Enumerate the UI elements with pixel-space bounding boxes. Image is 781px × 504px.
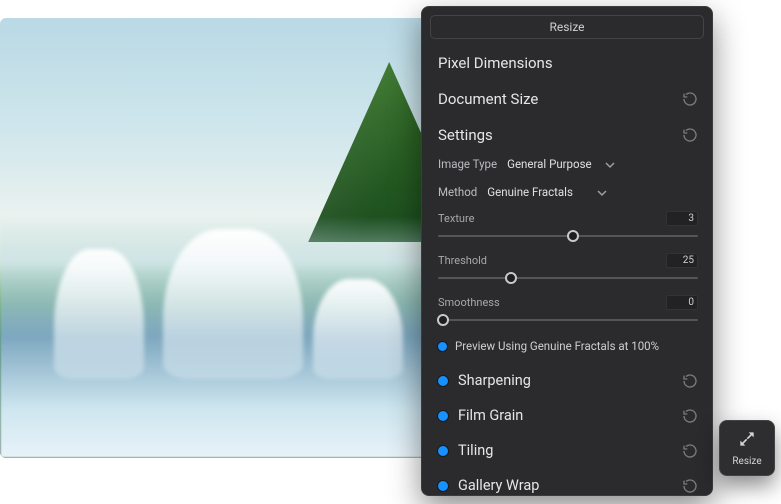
expand-icon (737, 429, 757, 452)
section-label: Settings (438, 126, 493, 144)
chevron-down-icon (597, 187, 607, 197)
toggle-indicator (438, 411, 448, 421)
reset-icon[interactable] (682, 443, 698, 459)
dropdown-value: General Purpose (507, 157, 592, 171)
field-label: Image Type (438, 157, 497, 171)
checkbox-label: Preview Using Genuine Fractals at 100% (455, 339, 659, 353)
toggle-indicator (438, 481, 448, 491)
slider-label: Smoothness (438, 296, 500, 309)
reset-icon[interactable] (682, 478, 698, 494)
slider-value[interactable]: 25 (666, 253, 698, 268)
toggle-tiling[interactable]: Tiling (422, 433, 712, 468)
field-label: Method (438, 185, 477, 199)
reset-icon[interactable] (682, 373, 698, 389)
toggle-label: Gallery Wrap (458, 477, 539, 494)
section-settings[interactable]: Settings (422, 117, 712, 153)
slider-label: Threshold (438, 254, 487, 267)
slider-label: Texture (438, 212, 474, 225)
section-label: Document Size (438, 90, 538, 108)
toggle-gallery-wrap[interactable]: Gallery Wrap (422, 468, 712, 503)
slider-thumb[interactable] (567, 230, 579, 242)
toggle-label: Film Grain (458, 407, 523, 424)
method-dropdown[interactable]: Method Genuine Fractals (422, 175, 712, 203)
section-document-size[interactable]: Document Size (422, 81, 712, 117)
reset-icon[interactable] (682, 408, 698, 424)
image-type-dropdown[interactable]: Image Type General Purpose (422, 153, 712, 175)
toggle-indicator (438, 446, 448, 456)
slider-value[interactable]: 3 (666, 211, 698, 226)
resize-panel: Resize Pixel Dimensions Document Size Se… (421, 6, 713, 496)
texture-slider[interactable]: Texture 3 (422, 203, 712, 245)
section-pixel-dimensions[interactable]: Pixel Dimensions (422, 45, 712, 81)
threshold-slider[interactable]: Threshold 25 (422, 245, 712, 287)
slider-thumb[interactable] (437, 314, 449, 326)
toggle-indicator (438, 376, 448, 386)
panel-title: Resize (430, 15, 704, 39)
section-label: Pixel Dimensions (438, 54, 553, 72)
chevron-down-icon (605, 159, 615, 169)
toggle-label: Tiling (458, 442, 493, 459)
resize-tool-button[interactable]: Resize (719, 420, 775, 476)
toggle-sharpening[interactable]: Sharpening (422, 363, 712, 398)
reset-icon[interactable] (682, 127, 698, 143)
checkbox-indicator (438, 342, 447, 351)
toggle-label: Sharpening (458, 372, 531, 389)
dropdown-value: Genuine Fractals (487, 185, 573, 199)
toggle-film-grain[interactable]: Film Grain (422, 398, 712, 433)
preview-checkbox[interactable]: Preview Using Genuine Fractals at 100% (422, 329, 712, 363)
button-label: Resize (732, 456, 761, 467)
slider-value[interactable]: 0 (666, 295, 698, 310)
reset-icon[interactable] (682, 91, 698, 107)
smoothness-slider[interactable]: Smoothness 0 (422, 287, 712, 329)
slider-thumb[interactable] (505, 272, 517, 284)
